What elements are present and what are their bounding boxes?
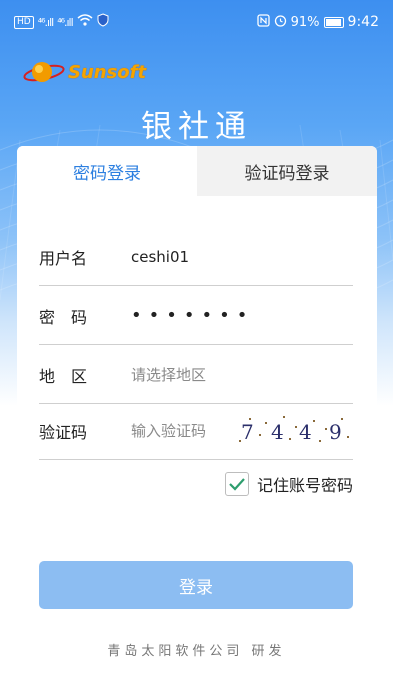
username-input[interactable]: ceshi01	[131, 248, 189, 266]
region-label: 地 区	[39, 366, 88, 386]
captcha-char: 4	[271, 420, 284, 444]
footer-credit: 青岛太阳软件公司 研发	[107, 644, 286, 659]
captcha-char: 7	[241, 420, 254, 444]
region-select[interactable]: 请选择地区	[131, 364, 206, 385]
username-label: 用户名	[39, 248, 88, 268]
captcha-char: 9	[329, 420, 342, 444]
app-title: 银社通	[141, 109, 252, 145]
region-row[interactable]: 地 区 请选择地区	[39, 346, 353, 404]
login-button[interactable]: 登录	[39, 561, 353, 609]
alarm-icon	[274, 14, 287, 31]
signal-icon-2: ⁴⁶.ıll	[57, 15, 74, 29]
nfc-icon	[256, 13, 270, 31]
signal-icon: ⁴⁶.ıll	[37, 15, 55, 29]
captcha-label: 验证码	[39, 422, 88, 442]
login-card: 密码登录 验证码登录 用户名 ceshi01 密 码 ••••••• 地 区 请…	[17, 146, 377, 658]
check-icon	[229, 478, 245, 491]
shield-icon	[97, 13, 109, 31]
username-row[interactable]: 用户名 ceshi01	[39, 228, 353, 286]
status-bar: HD ⁴⁶.ıll ⁴⁶.ıll 91% 9:42	[0, 0, 393, 44]
captcha-char: 4	[299, 420, 312, 444]
tab-password-login[interactable]: 密码登录	[17, 146, 197, 196]
password-row[interactable]: 密 码 •••••••	[39, 287, 353, 345]
remember-checkbox[interactable]	[224, 472, 249, 496]
battery-icon	[323, 16, 344, 28]
battery-percent: 91%	[290, 14, 320, 30]
captcha-image[interactable]: 7 4 4 9	[235, 414, 353, 448]
sunsoft-logo: Sunsoft	[22, 56, 157, 88]
password-label: 密 码	[39, 307, 88, 327]
remember-label: 记住账号密码	[256, 476, 353, 495]
login-tabs: 密码登录 验证码登录	[17, 146, 377, 196]
hd-icon: HD	[14, 15, 34, 29]
tab-sms-login[interactable]: 验证码登录	[197, 146, 377, 196]
sun-icon	[23, 62, 65, 82]
captcha-row[interactable]: 验证码 输入验证码 7 4 4 9	[39, 402, 353, 460]
logo-text: Sunsoft	[68, 61, 147, 83]
remember-password[interactable]: 记住账号密码	[224, 472, 353, 496]
clock-time: 9:42	[347, 14, 379, 30]
captcha-input[interactable]: 输入验证码	[131, 420, 206, 441]
wifi-icon	[77, 14, 93, 30]
password-input[interactable]: •••••••	[131, 305, 254, 326]
